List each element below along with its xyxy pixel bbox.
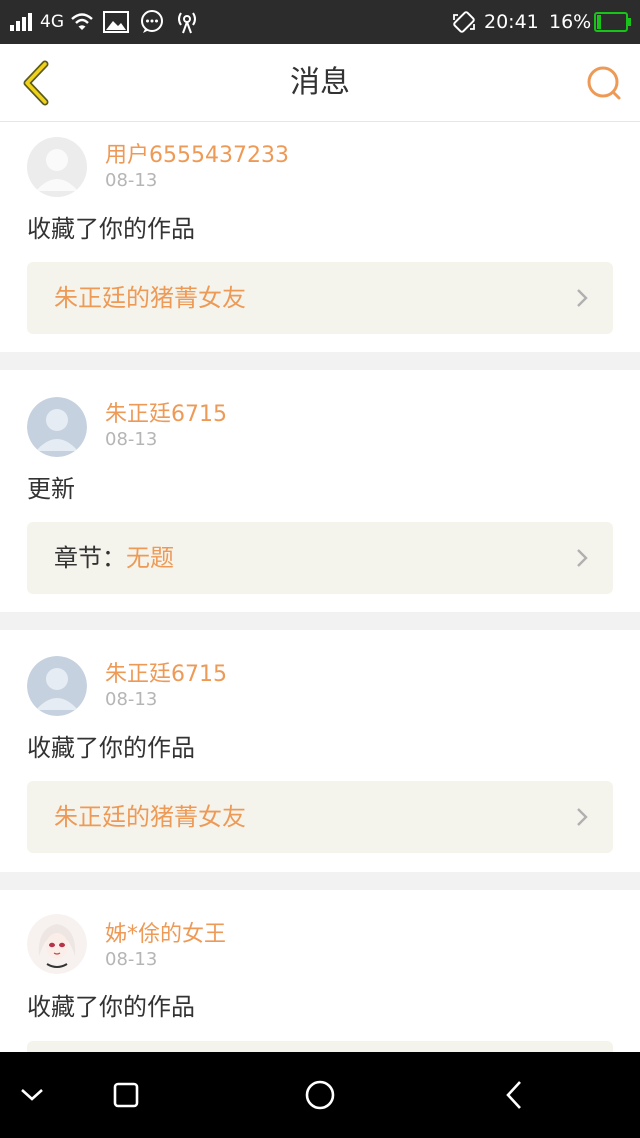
recents-square-icon: [113, 1082, 139, 1108]
message-card: 朱正廷6715 08-13 收藏了你的作品 朱正廷的猪菁女友: [0, 630, 640, 872]
home-button[interactable]: [280, 1052, 360, 1138]
work-link[interactable]: 朱正廷的猪菁女友: [27, 781, 613, 853]
battery-percent: 16%: [549, 11, 592, 33]
search-icon: [587, 66, 621, 100]
message-icon: [139, 0, 165, 44]
collapse-chevron-icon: [21, 1089, 43, 1101]
message-date: 08-13: [105, 949, 158, 970]
default-avatar-gray-icon: [27, 137, 87, 197]
username[interactable]: 姊*俆的女王: [105, 921, 226, 949]
page-title: 消息: [290, 65, 350, 100]
system-back-button[interactable]: [474, 1052, 554, 1138]
status-bar: 4G 20:41 16%: [0, 0, 640, 44]
message-date: 08-13: [105, 689, 158, 710]
default-avatar-blue-icon: [27, 656, 87, 716]
network-type: 4G: [40, 12, 64, 32]
chevron-right-icon: [577, 289, 588, 307]
signal-icon: [10, 0, 32, 44]
avatar[interactable]: [27, 914, 87, 974]
avatar[interactable]: [27, 656, 87, 716]
message-action: 收藏了你的作品: [27, 215, 195, 243]
work-title: 朱正廷的猪菁女友: [54, 781, 246, 853]
username[interactable]: 朱正廷6715: [105, 401, 227, 429]
anime-girl-avatar-icon: [27, 914, 87, 974]
chapter-link[interactable]: 章节：无题: [27, 522, 613, 594]
avatar[interactable]: [27, 137, 87, 197]
rotation-icon: [452, 0, 476, 44]
hotspot-icon: [173, 0, 201, 44]
back-chevron-icon: [506, 1081, 521, 1109]
message-date: 08-13: [105, 170, 158, 191]
home-circle-icon: [305, 1080, 335, 1110]
system-nav-bar: [0, 1052, 640, 1138]
message-action: 更新: [27, 475, 75, 503]
battery-fill: [597, 15, 601, 29]
ref-title: 朱正廷的猪菁女友: [54, 803, 246, 831]
recents-button[interactable]: [86, 1052, 166, 1138]
ref-prefix: 章节：: [54, 544, 126, 572]
message-card: 姊*俆的女王 08-13 收藏了你的作品: [0, 890, 640, 1113]
message-action: 收藏了你的作品: [27, 734, 195, 762]
message-card: 朱正廷6715 08-13 更新 章节：无题: [0, 370, 640, 612]
ref-title: 朱正廷的猪菁女友: [54, 284, 246, 312]
username[interactable]: 朱正廷6715: [105, 661, 227, 689]
work-title: 朱正廷的猪菁女友: [54, 262, 246, 334]
chevron-right-icon: [577, 808, 588, 826]
app-header: 消息: [0, 44, 640, 122]
battery-icon: [594, 0, 632, 44]
clock: 20:41: [484, 11, 539, 33]
message-date: 08-13: [105, 429, 158, 450]
ref-title: 无题: [126, 544, 174, 572]
message-action: 收藏了你的作品: [27, 993, 195, 1021]
search-button[interactable]: [582, 61, 626, 105]
collapse-button[interactable]: [0, 1052, 72, 1138]
image-icon: [103, 0, 129, 44]
username[interactable]: 用户6555437233: [105, 142, 289, 170]
chevron-right-icon: [577, 549, 588, 567]
avatar[interactable]: [27, 397, 87, 457]
work-link[interactable]: 朱正廷的猪菁女友: [27, 262, 613, 334]
default-avatar-blue-icon: [27, 397, 87, 457]
chapter-text: 章节：无题: [54, 522, 174, 594]
wifi-icon: [70, 0, 94, 44]
message-card: 用户6555437233 08-13 收藏了你的作品 朱正廷的猪菁女友: [0, 122, 640, 352]
